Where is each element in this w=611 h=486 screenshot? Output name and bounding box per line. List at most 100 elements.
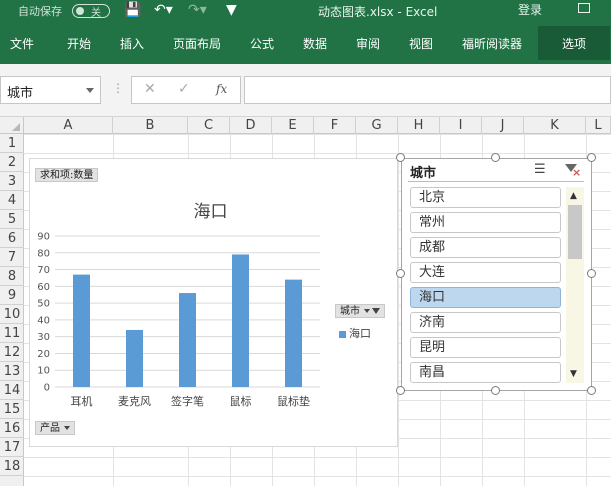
pivot-chart[interactable]: 求和项:数量 海口 0 10 20 30 40 50 60 70 80 90 耳机 麦克风 签字笔 鼠标鼠… [29, 158, 398, 447]
select-all-corner[interactable] [0, 117, 24, 134]
row-header[interactable]: 7 [0, 248, 24, 267]
tab-insert[interactable]: 插入 [120, 35, 144, 52]
column-header[interactable]: E [272, 117, 314, 134]
row-header[interactable]: 15 [0, 400, 24, 419]
row-header[interactable]: 8 [0, 267, 24, 286]
resize-handle[interactable] [491, 386, 500, 395]
resize-handle[interactable] [396, 269, 405, 278]
row-header[interactable]: 3 [0, 172, 24, 191]
row-header[interactable]: 12 [0, 343, 24, 362]
row-header[interactable]: 10 [0, 305, 24, 324]
enter-check-icon[interactable]: ✓ [178, 81, 190, 97]
resize-handle[interactable] [587, 153, 596, 162]
save-icon[interactable]: 💾 [124, 1, 141, 19]
customize-toolbar-icon[interactable]: ▼ [226, 1, 237, 19]
redo-icon[interactable]: ↷▾ [188, 1, 207, 19]
multi-select-icon[interactable]: ☰ [534, 162, 546, 177]
row-header[interactable]: 2 [0, 153, 24, 172]
column-header[interactable]: B [113, 117, 188, 134]
y-tick-label: 30 [37, 332, 50, 343]
slicer-item[interactable]: 常州 [410, 212, 561, 233]
y-tick-label: 10 [37, 366, 50, 377]
login-link[interactable]: 登录 [518, 1, 542, 18]
slicer-item-label: 海口 [419, 290, 446, 305]
legend-field-label: 城市 [340, 306, 360, 317]
name-box[interactable]: 城市 [0, 76, 101, 104]
slicer-item-selected[interactable]: 海口 [410, 287, 561, 308]
axis-field-button[interactable]: 产品 [35, 421, 75, 435]
column-header[interactable]: J [482, 117, 524, 134]
resize-handle[interactable] [396, 386, 405, 395]
slicer-item-label: 成都 [419, 240, 446, 255]
row-header[interactable]: 16 [0, 419, 24, 438]
plot-area: 0 10 20 30 40 50 60 70 80 90 耳机 麦克风 签字笔 鼠标 鼠标垫 [37, 232, 320, 408]
clear-filter-icon[interactable]: × [564, 163, 582, 179]
column-header[interactable]: I [440, 117, 482, 134]
y-tick-label: 20 [37, 349, 50, 360]
slicer-item[interactable]: 成都 [410, 237, 561, 258]
cancel-icon[interactable]: ✕ [144, 81, 156, 97]
undo-icon[interactable]: ↶▾ [154, 1, 173, 19]
resize-handle[interactable] [587, 269, 596, 278]
formula-buttons: ✕ ✓ fx [131, 76, 241, 104]
scroll-thumb[interactable] [568, 205, 582, 259]
slicer-item[interactable]: 昆明 [410, 337, 561, 358]
column-header[interactable]: K [524, 117, 586, 134]
dropdown-arrow-icon [64, 426, 70, 430]
ribbon-display-options-icon[interactable] [578, 3, 590, 13]
column-header[interactable]: A [24, 117, 113, 134]
slicer-scrollbar[interactable]: ▲ ▼ [566, 187, 584, 383]
column-header[interactable]: L [586, 117, 611, 134]
tab-foxit-reader[interactable]: 福昕阅读器 [462, 35, 522, 52]
row-header[interactable]: 1 [0, 134, 24, 153]
slicer-item[interactable]: 南昌 [410, 362, 561, 383]
row-header[interactable]: 5 [0, 210, 24, 229]
dropdown-arrow-icon [364, 309, 370, 313]
tab-page-layout[interactable]: 页面布局 [173, 35, 221, 52]
tab-home[interactable]: 开始 [67, 35, 91, 52]
resize-handle[interactable] [587, 386, 596, 395]
x-tick-label: 鼠标垫 [277, 394, 310, 408]
y-tick-label: 60 [37, 282, 50, 293]
autosave-toggle[interactable]: 关 [72, 4, 110, 19]
tab-formulas[interactable]: 公式 [250, 35, 274, 52]
column-headers: A B C D E F G H I J K L [0, 117, 611, 134]
row-header[interactable]: 17 [0, 438, 24, 457]
resize-handle[interactable] [491, 153, 500, 162]
tab-review[interactable]: 审阅 [356, 35, 380, 52]
insert-function-icon[interactable]: fx [216, 82, 227, 96]
row-header[interactable]: 18 [0, 457, 24, 476]
row-header[interactable]: 11 [0, 324, 24, 343]
column-header[interactable]: G [356, 117, 398, 134]
tab-view[interactable]: 视图 [409, 35, 433, 52]
slicer-item-label: 大连 [419, 265, 446, 280]
tab-options[interactable]: 选项 [538, 26, 610, 60]
toggle-knob [76, 7, 84, 15]
scroll-up-icon[interactable]: ▲ [570, 191, 577, 201]
column-header[interactable]: F [314, 117, 356, 134]
column-header[interactable]: D [230, 117, 272, 134]
tab-data[interactable]: 数据 [303, 35, 327, 52]
slicer-title: 城市 [410, 166, 437, 181]
axis-field-label: 产品 [40, 423, 60, 434]
x-tick-label: 签字笔 [171, 394, 204, 408]
legend-field-button[interactable]: 城市 [335, 304, 385, 318]
row-header[interactable]: 13 [0, 362, 24, 381]
resize-handle[interactable] [396, 153, 405, 162]
row-header[interactable]: 14 [0, 381, 24, 400]
row-header[interactable]: 6 [0, 229, 24, 248]
slicer-item[interactable]: 大连 [410, 262, 561, 283]
x-tick-label: 鼠标 [230, 394, 252, 408]
row-header[interactable]: 4 [0, 191, 24, 210]
scroll-down-icon[interactable]: ▼ [570, 369, 577, 379]
tab-file[interactable]: 文件 [10, 35, 34, 52]
slicer-item[interactable]: 济南 [410, 312, 561, 333]
column-header[interactable]: H [398, 117, 440, 134]
city-slicer[interactable]: 城市 ☰ × 北京 常州 成都 大连 海口 济南 昆明 南昌 ▲ ▼ [401, 158, 592, 391]
chevron-down-icon[interactable] [86, 88, 94, 93]
slicer-divider [408, 181, 584, 182]
formula-input[interactable] [244, 76, 611, 104]
slicer-item[interactable]: 北京 [410, 187, 561, 208]
column-header[interactable]: C [188, 117, 230, 134]
row-header[interactable]: 9 [0, 286, 24, 305]
